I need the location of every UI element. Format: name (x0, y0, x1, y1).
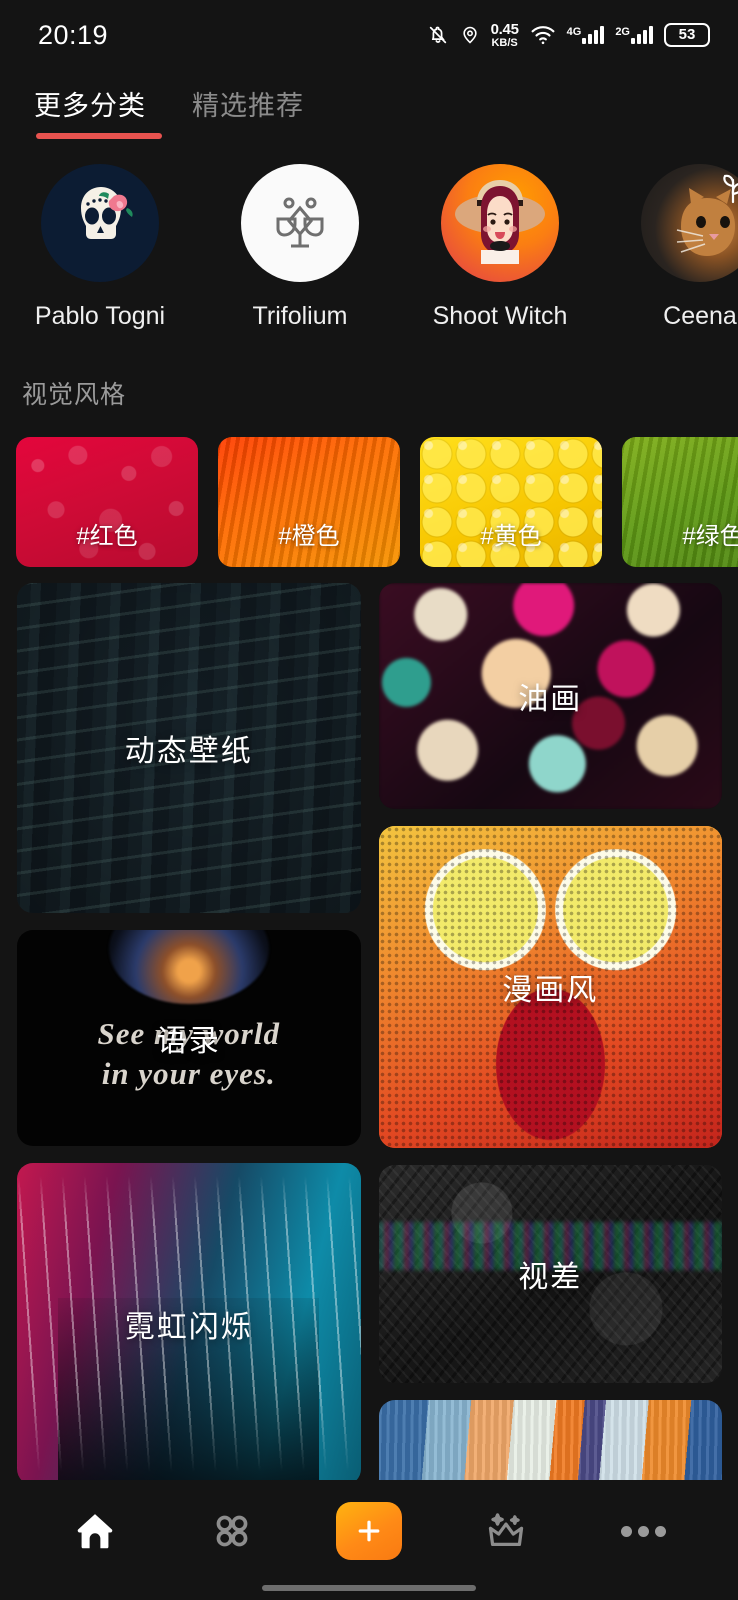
category-tile-label: 油画 (518, 683, 583, 716)
category-tile-neon[interactable]: 霓虹闪烁 (17, 1163, 361, 1485)
creator-name: Ceena (663, 302, 737, 330)
grid-column-left: 动态壁纸 See my world in your eyes. 语录 霓虹闪烁 (17, 583, 361, 1542)
avatar (241, 164, 359, 282)
creator-item-pablo-togni[interactable]: Pablo Togni (0, 164, 200, 331)
color-chip-label: #橙色 (278, 523, 340, 550)
creator-item-shoot-witch[interactable]: Shoot Witch (400, 164, 600, 331)
color-chip-yellow[interactable]: #黄色 (420, 437, 602, 567)
bottom-navigation-bar (0, 1480, 738, 1600)
signal-bars-sim1 (582, 26, 605, 44)
notifications-off-icon (427, 23, 449, 47)
color-chip-label: #绿色 (682, 523, 738, 550)
witch-portrait-icon (455, 180, 545, 264)
network-speed-value: 0.45 (490, 20, 519, 38)
category-tile-live-wallpaper[interactable]: 动态壁纸 (17, 583, 361, 913)
category-tile-label: 动态壁纸 (124, 735, 253, 768)
creator-name: Trifolium (252, 302, 348, 330)
sugar-skull-icon (81, 187, 133, 245)
creator-name: Pablo Togni (34, 302, 166, 330)
location-icon (460, 23, 480, 47)
category-tile-quotes[interactable]: See my world in your eyes. 语录 (17, 930, 361, 1146)
crown-icon (489, 1513, 524, 1547)
status-time: 20:19 (38, 19, 109, 50)
creator-name: Shoot Witch (432, 302, 568, 330)
tab-active-indicator (36, 133, 162, 139)
avatar (441, 164, 559, 282)
section-title-visual-style: 视觉风格 (22, 381, 127, 409)
tab-more-categories[interactable]: 更多分类 (34, 84, 162, 139)
category-tile-oil-painting[interactable]: 油画 (378, 583, 722, 809)
home-icon (77, 1514, 112, 1549)
category-tile-label: 视差 (518, 1261, 583, 1294)
plus-icon (358, 1520, 380, 1542)
avatar (41, 164, 159, 282)
network-speed-indicator: 0.45 KB/S (491, 22, 519, 49)
tab-more-categories-label: 更多分类 (34, 91, 146, 121)
grid-circles-icon (216, 1515, 248, 1547)
nav-item-create[interactable] (327, 1501, 411, 1561)
tab-bar: 更多分类 精选推荐 (0, 70, 738, 142)
category-tile-label: 漫画风 (502, 974, 599, 1007)
category-tile-comic-style[interactable]: 漫画风 (378, 826, 722, 1148)
battery-icon: 53 (664, 23, 710, 47)
creator-item-trifolium[interactable]: Trifolium (200, 164, 400, 331)
status-icons: 0.45 KB/S 4G 2G 53 (427, 22, 710, 49)
tab-featured[interactable]: 精选推荐 (192, 84, 304, 139)
quote-art-line-2: in your eyes. (101, 1056, 276, 1091)
nav-item-home[interactable] (53, 1501, 137, 1561)
nav-item-more[interactable] (601, 1501, 685, 1561)
color-chip-orange[interactable]: #橙色 (218, 437, 400, 567)
orb-decoration (108, 930, 269, 1004)
tab-featured-label: 精选推荐 (192, 91, 304, 121)
signal-icon-sim1: 4G (567, 26, 605, 44)
category-grid: 动态壁纸 See my world in your eyes. 语录 霓虹闪烁 … (0, 567, 738, 1542)
nav-item-vip[interactable] (464, 1501, 548, 1561)
sim1-network-label: 4G (566, 26, 582, 38)
category-tile-label: 语录 (156, 1025, 221, 1058)
app-screen: 20:19 0.45 KB/S 4G 2G 53 更多分类 精选推荐 Pablo… (0, 0, 738, 1600)
wifi-icon (530, 24, 556, 46)
category-tile-label: 霓虹闪烁 (124, 1311, 253, 1344)
network-speed-unit: KB/S (491, 36, 518, 49)
status-bar: 20:19 0.45 KB/S 4G 2G 53 (0, 0, 738, 70)
creator-item-ceena[interactable]: Ceena (600, 164, 738, 331)
color-chip-green[interactable]: #绿色 (622, 437, 738, 567)
category-tile-parallax[interactable]: 视差 (378, 1165, 722, 1383)
sim2-network-label: 2G (615, 26, 630, 38)
avatar (641, 164, 738, 282)
signal-bars-sim2 (631, 26, 653, 44)
color-chip-label: #红色 (76, 523, 138, 550)
color-chip-row[interactable]: #红色 #橙色 #黄色 #绿色 (0, 411, 738, 567)
lotus-plant-icon (276, 197, 324, 248)
creator-row[interactable]: Pablo Togni Trifolium Shoot Witch Ceena (0, 142, 738, 331)
cat-photo-icon (676, 174, 738, 256)
more-dots-icon (620, 1525, 666, 1537)
home-indicator (262, 1585, 476, 1591)
color-chip-red[interactable]: #红色 (16, 437, 198, 567)
create-button[interactable] (335, 1502, 402, 1560)
nav-item-categories[interactable] (190, 1501, 274, 1561)
color-chip-label: #黄色 (480, 523, 542, 550)
grid-column-right: 油画 漫画风 视差 (378, 583, 722, 1536)
signal-icon-sim2: 2G (615, 26, 653, 44)
